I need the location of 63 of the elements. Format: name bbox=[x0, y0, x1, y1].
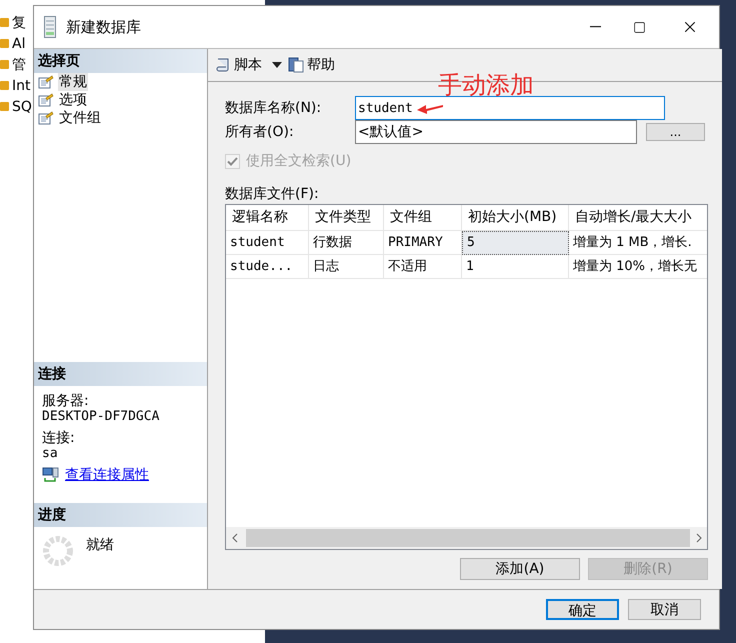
column-header[interactable]: 文件类型 bbox=[309, 205, 384, 231]
column-header[interactable]: 逻辑名称 bbox=[226, 205, 309, 231]
page-icon bbox=[38, 75, 54, 89]
script-button[interactable]: 脚本 bbox=[215, 54, 262, 76]
tree-item[interactable]: SQ bbox=[12, 100, 32, 114]
tree-item[interactable]: Al bbox=[12, 36, 26, 50]
folder-icon bbox=[0, 102, 9, 111]
section-header: 连接 bbox=[34, 362, 207, 386]
page-icon bbox=[38, 111, 54, 125]
column-header[interactable]: 文件组 bbox=[384, 205, 462, 231]
table-cell: 日志 bbox=[309, 255, 384, 279]
database-files-label: 数据库文件(F): bbox=[225, 185, 320, 203]
table-cell: 5 bbox=[462, 231, 569, 255]
spinner-icon bbox=[42, 535, 74, 567]
section-header: 选择页 bbox=[34, 49, 207, 73]
help-document-icon bbox=[288, 57, 304, 73]
tree-item[interactable]: 管 bbox=[12, 58, 26, 72]
page-item[interactable]: 常规 bbox=[58, 73, 88, 91]
table-cell: 增量为 1 MB，增长. bbox=[569, 231, 707, 255]
table-cell: 行数据 bbox=[309, 231, 384, 255]
dialog-button[interactable]: 取消 bbox=[628, 599, 701, 620]
section-header: 进度 bbox=[34, 503, 207, 527]
page-item[interactable]: 选项 bbox=[58, 91, 88, 109]
minimize-icon bbox=[590, 26, 600, 28]
computer-icon bbox=[42, 467, 59, 483]
owner-label: 所有者(O): bbox=[225, 122, 295, 142]
horizontal-scrollbar[interactable] bbox=[226, 527, 707, 549]
annotation-text: 手动添加 bbox=[438, 73, 534, 97]
folder-icon bbox=[0, 18, 9, 27]
table-cell: 1 bbox=[462, 255, 569, 279]
table-cell: 不适用 bbox=[384, 255, 462, 279]
folder-icon bbox=[0, 39, 9, 48]
window-title: 新建数据库 bbox=[66, 16, 141, 38]
progress-status: 就绪 bbox=[86, 536, 114, 555]
database-name-field[interactable]: student bbox=[355, 96, 665, 120]
tree-item[interactable]: 复 bbox=[12, 16, 26, 30]
table-cell: 增量为 10%，增长无 bbox=[569, 255, 707, 279]
column-header[interactable]: 自动增长/最大大小 bbox=[569, 205, 707, 231]
database-icon bbox=[44, 16, 56, 38]
page-icon bbox=[38, 93, 54, 107]
connection-label: 连接: bbox=[42, 431, 76, 446]
dropdown-caret-icon[interactable] bbox=[272, 62, 282, 68]
page-item[interactable]: 文件组 bbox=[58, 109, 102, 127]
table-cell: student bbox=[226, 231, 309, 255]
dialog-button[interactable]: 确定 bbox=[546, 599, 619, 620]
owner-field[interactable]: <默认值> bbox=[355, 120, 637, 144]
server-name: DESKTOP-DF7DGCA bbox=[42, 409, 160, 424]
annotation-arrow bbox=[417, 102, 443, 114]
fulltext-label: 使用全文检索(U) bbox=[246, 152, 352, 170]
server-label: 服务器: bbox=[42, 394, 90, 409]
maximize-icon bbox=[632, 20, 646, 34]
connection-properties-link[interactable]: 查看连接属性 bbox=[65, 468, 149, 482]
folder-icon bbox=[0, 81, 9, 90]
scrollbar-thumb[interactable] bbox=[246, 529, 690, 547]
tree-item[interactable]: Int bbox=[12, 78, 30, 92]
user-name: sa bbox=[42, 446, 59, 461]
database-name-label: 数据库名称(N): bbox=[225, 98, 322, 118]
browse-button[interactable]: ... bbox=[646, 123, 705, 141]
scroll-icon bbox=[215, 57, 231, 73]
folder-icon bbox=[0, 60, 9, 69]
table-cell: stude... bbox=[226, 255, 309, 279]
file-action-button[interactable]: 添加(A) bbox=[460, 558, 580, 580]
help-button[interactable]: 帮助 bbox=[288, 54, 335, 76]
